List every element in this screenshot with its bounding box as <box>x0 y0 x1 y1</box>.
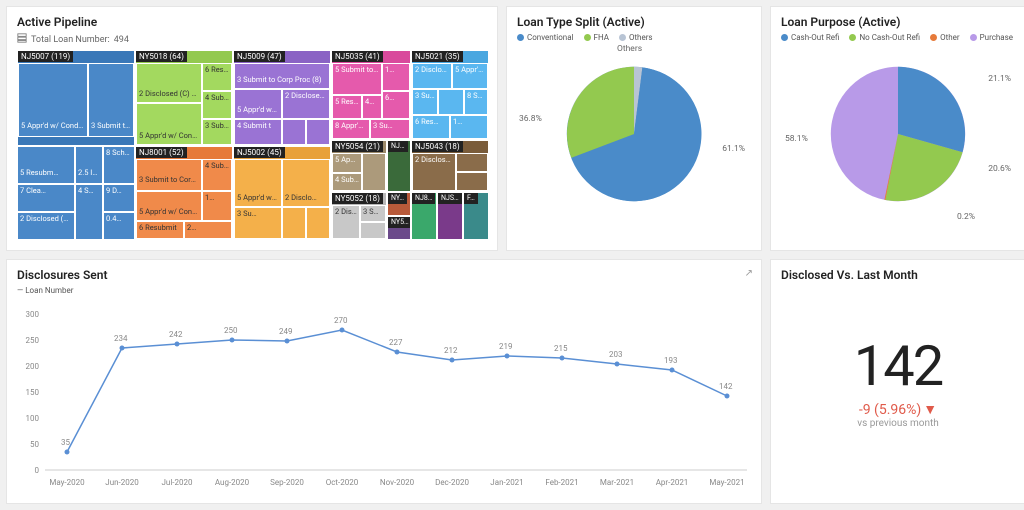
svg-text:Jan-2021: Jan-2021 <box>490 478 523 487</box>
treemap-group-header[interactable]: NY5054 (21) <box>332 141 383 152</box>
subtitle-prefix: Total Loan Number: <box>31 35 110 45</box>
treemap-group-header[interactable]: NY5052 (18) <box>332 193 383 204</box>
kpi-delta: -9 (5.96%)▼ <box>859 401 937 418</box>
svg-text:249: 249 <box>279 327 293 336</box>
loan-purpose-title: Loan Purpose (Active) <box>781 15 1015 29</box>
pie-label-fha: 36.8% <box>519 114 542 124</box>
svg-text:270: 270 <box>334 316 348 325</box>
loan-type-pie[interactable]: 36.8% 61.1% Others <box>517 44 751 224</box>
treemap-group-header[interactable]: NJ5021 (35) <box>412 51 463 62</box>
pie-label-others: Others <box>617 44 642 54</box>
pie-label-cashout: 21.1% <box>988 74 1011 84</box>
pie-label-conv: 61.1% <box>722 144 745 154</box>
svg-text:35: 35 <box>61 438 70 447</box>
kpi-subtitle: vs previous month <box>857 418 939 429</box>
svg-text:234: 234 <box>114 334 128 343</box>
svg-text:Jun-2020: Jun-2020 <box>105 478 139 487</box>
pie-label-purchase: 58.1% <box>785 134 808 144</box>
active-pipeline-subtitle: Total Loan Number: 494 <box>17 33 487 46</box>
loan-purpose-pie[interactable]: 21.1% 20.6% 0.2% 58.1% <box>781 44 1015 224</box>
svg-text:250: 250 <box>26 336 40 345</box>
panel-active-pipeline: Active Pipeline Total Loan Number: 494 N… <box>6 6 498 251</box>
pie-label-other: 0.2% <box>957 212 975 222</box>
svg-text:203: 203 <box>609 350 623 359</box>
svg-text:215: 215 <box>554 344 568 353</box>
svg-text:212: 212 <box>444 346 458 355</box>
panel-loan-type: Loan Type Split (Active) Conventional FH… <box>506 6 762 251</box>
treemap-group-header[interactable]: NJ8001 (52) <box>136 147 187 158</box>
kpi-value: 142 <box>854 333 942 399</box>
svg-text:May-2020: May-2020 <box>49 478 85 487</box>
pie-label-nocash: 20.6% <box>988 164 1011 174</box>
treemap-group-header[interactable]: NJ5043 (18) <box>412 141 463 152</box>
active-pipeline-title: Active Pipeline <box>17 15 487 29</box>
stack-icon <box>17 33 27 46</box>
treemap-group-header[interactable]: NJ5009 (47) <box>234 51 285 62</box>
svg-text:200: 200 <box>26 362 40 371</box>
svg-text:219: 219 <box>499 342 513 351</box>
svg-text:242: 242 <box>169 330 183 339</box>
disclosures-legend: — Loan Number <box>17 286 751 295</box>
svg-text:100: 100 <box>26 414 40 423</box>
svg-text:0: 0 <box>35 466 40 475</box>
x-axis: May-2020 Jun-2020 Jul-2020 Aug-2020 Sep-… <box>49 478 744 487</box>
treemap-group-header[interactable]: NJ5002 (45) <box>234 147 285 158</box>
svg-text:Feb-2021: Feb-2021 <box>545 478 578 487</box>
y-axis: 0 50 100 150 200 250 300 <box>26 310 40 475</box>
svg-text:Apr-2021: Apr-2021 <box>656 478 689 487</box>
treemap[interactable]: NJ5007 (119) 5 Appr'd w/ Cond… 3 Submit … <box>17 50 489 240</box>
line-series: 35 234 242 250 249 270 227 212 219 215 2… <box>61 316 733 455</box>
svg-text:Mar-2021: Mar-2021 <box>600 478 634 487</box>
panel-disclosures: ↗ Disclosures Sent — Loan Number 0 50 10… <box>6 259 762 504</box>
treemap-group-header[interactable]: NY5018 (64) <box>136 51 187 62</box>
loan-type-legend: Conventional FHA Others <box>517 33 751 42</box>
treemap-group-header[interactable]: NJ5035 (41) <box>332 51 383 62</box>
svg-text:300: 300 <box>26 310 40 319</box>
loan-purpose-legend: Cash-Out Refi No Cash-Out Refi Other Pur… <box>781 33 1015 42</box>
svg-text:Nov-2020: Nov-2020 <box>380 478 415 487</box>
svg-text:142: 142 <box>719 382 733 391</box>
svg-text:Oct-2020: Oct-2020 <box>326 478 359 487</box>
down-arrow-icon: ▼ <box>923 401 937 418</box>
svg-text:50: 50 <box>30 440 39 449</box>
loan-type-title: Loan Type Split (Active) <box>517 15 751 29</box>
kpi-title: Disclosed Vs. Last Month <box>781 268 1015 282</box>
svg-text:Jul-2020: Jul-2020 <box>162 478 193 487</box>
svg-text:193: 193 <box>664 356 678 365</box>
svg-text:250: 250 <box>224 326 238 335</box>
svg-text:Dec-2020: Dec-2020 <box>435 478 469 487</box>
svg-text:227: 227 <box>389 338 403 347</box>
expand-icon[interactable]: ↗ <box>745 268 753 279</box>
svg-text:May-2021: May-2021 <box>709 478 744 487</box>
treemap-group-header[interactable]: NJ5007 (119) <box>18 51 73 62</box>
panel-kpi: Disclosed Vs. Last Month 142 -9 (5.96%)▼… <box>770 259 1024 504</box>
svg-text:150: 150 <box>26 388 40 397</box>
disclosures-title: Disclosures Sent <box>17 268 751 282</box>
svg-text:Aug-2020: Aug-2020 <box>215 478 250 487</box>
subtitle-total: 494 <box>114 35 129 45</box>
disclosures-chart[interactable]: 0 50 100 150 200 250 300 <box>17 295 757 495</box>
panel-loan-purpose: Loan Purpose (Active) Cash-Out Refi No C… <box>770 6 1024 251</box>
svg-text:Sep-2020: Sep-2020 <box>270 478 304 487</box>
